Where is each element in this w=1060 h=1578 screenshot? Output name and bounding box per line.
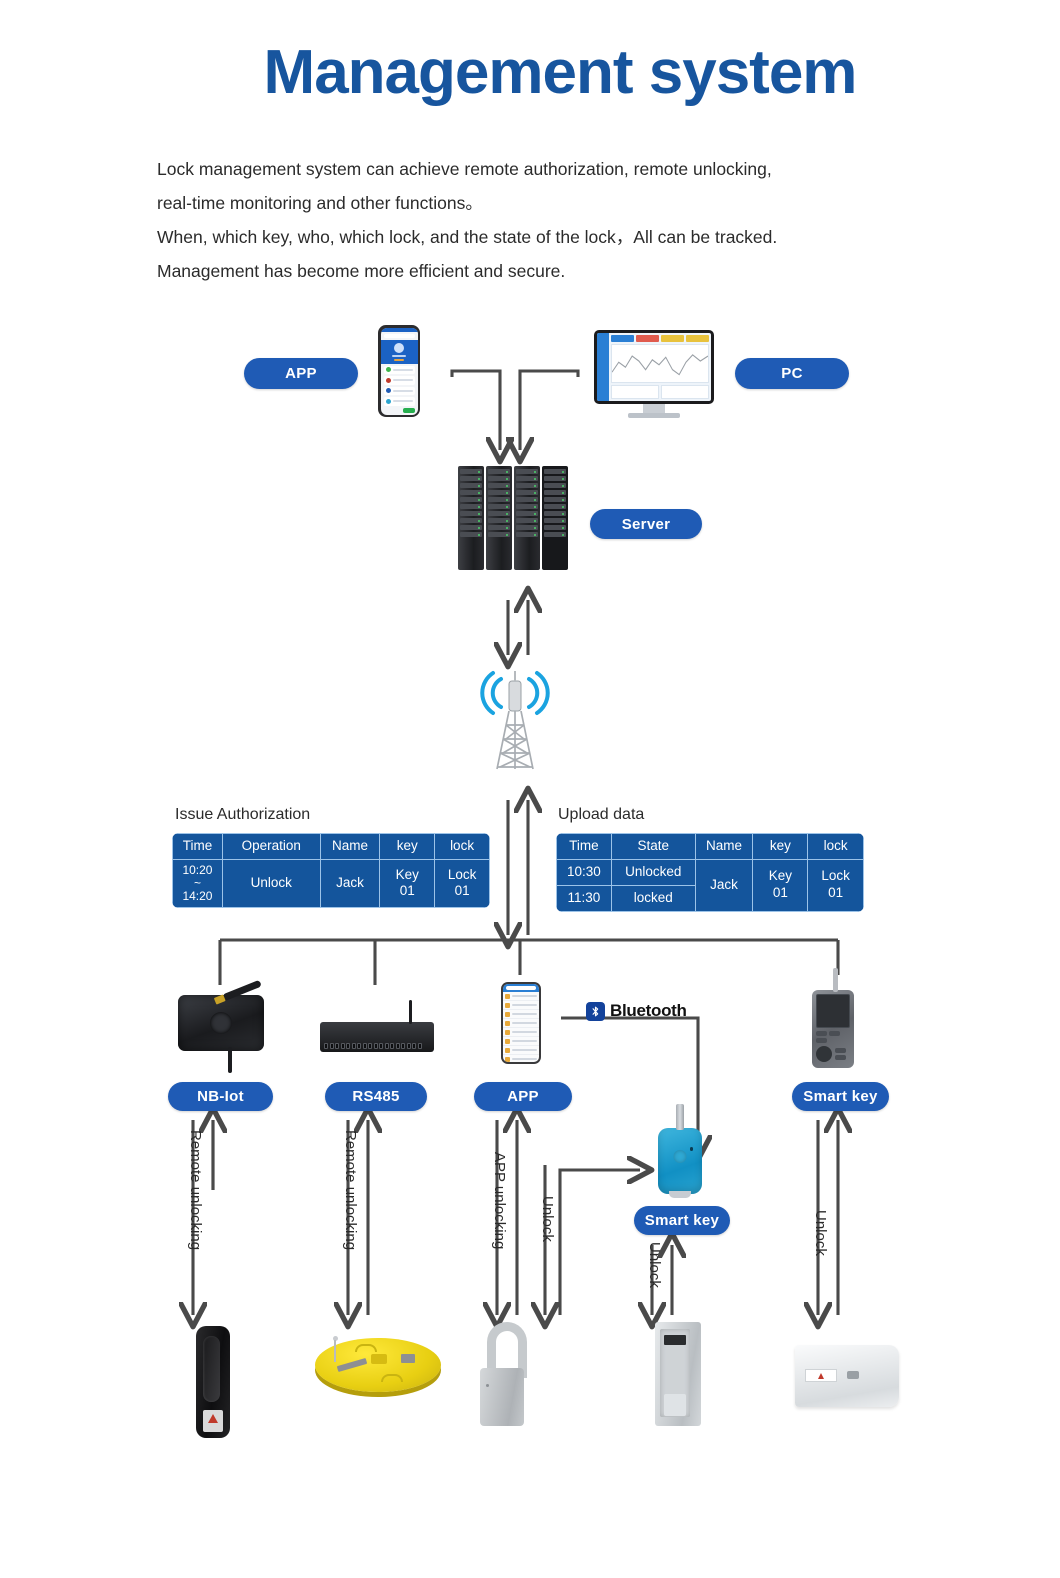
badge-rs485[interactable]: RS485 (325, 1082, 427, 1111)
label-unlock-app-to-fob: Unlock (539, 1196, 556, 1242)
cell-time: 10:20 ~ 14:20 (172, 858, 223, 908)
label-unlock-handheld: Unlock (812, 1210, 829, 1256)
cell-name: Jack (319, 858, 381, 908)
th-key: key (752, 833, 809, 860)
intro-line-4: Management has become more efficient and… (157, 261, 566, 281)
rs485-router-icon (320, 1000, 434, 1052)
th-name: Name (319, 833, 381, 860)
intro-line-3: When, which key, who, which lock, and th… (157, 227, 778, 247)
cell-time: 11:30 (556, 884, 612, 912)
bluetooth-label: Bluetooth (610, 1001, 687, 1020)
th-time: Time (556, 833, 612, 860)
cell-state: locked (610, 884, 696, 912)
table-header-row: Time State Name key lock (556, 833, 864, 860)
th-state: State (610, 833, 696, 860)
intro-line-2: real-time monitoring and other functions… (157, 193, 483, 213)
badge-pc[interactable]: PC (735, 358, 849, 389)
label-app-unlocking: APP unlocking (491, 1152, 508, 1250)
cell-lock: Lock 01 (434, 858, 490, 908)
upload-table-caption: Upload data (558, 806, 645, 823)
key-fob-icon (658, 1128, 702, 1198)
diagram-page: Management system Lock management system… (0, 0, 1060, 1578)
table-row: 10:30 Unlocked Jack Key 01 Lock 01 (556, 858, 864, 912)
label-remote-unlocking-1: Remote unlocking (187, 1130, 204, 1251)
cell-key: Key 01 (752, 858, 809, 912)
th-name: Name (694, 833, 754, 860)
upload-data-table: Time State Name key lock 10:30 Unlocked … (556, 833, 864, 912)
manhole-cover-lock-icon (315, 1330, 441, 1400)
handheld-reader-icon (812, 968, 854, 1068)
badge-app-channel[interactable]: APP (474, 1082, 572, 1111)
issue-authorization-table: Time Operation Name key lock 10:20 ~ 14:… (172, 833, 490, 908)
table-header-row: Time Operation Name key lock (172, 833, 490, 860)
th-key: key (379, 833, 436, 860)
mobile-app-icon (501, 982, 541, 1064)
server-rack-icon (458, 458, 570, 570)
th-operation: Operation (221, 833, 321, 860)
cell-state: Unlocked (610, 858, 696, 886)
table-row: 10:20 ~ 14:20 Unlock Jack Key 01 Lock 01 (172, 858, 490, 908)
th-lock: lock (434, 833, 490, 860)
cabinet-lock-icon (655, 1322, 701, 1426)
cell-name: Jack (694, 858, 754, 912)
cell-lock: Lock 01 (807, 858, 864, 912)
swing-handle-lock-icon (196, 1326, 230, 1438)
cell-key: Key 01 (379, 858, 436, 908)
badge-app-top[interactable]: APP (244, 358, 358, 389)
badge-smart-key-handheld[interactable]: Smart key (792, 1082, 889, 1111)
th-lock: lock (807, 833, 864, 860)
nb-iot-gateway-icon (178, 979, 264, 1073)
intro-line-1: Lock management system can achieve remot… (157, 159, 772, 179)
page-title: Management system (263, 38, 858, 107)
badge-server[interactable]: Server (590, 509, 702, 539)
cell-tower-icon (473, 663, 557, 773)
issue-table-caption: Issue Authorization (175, 806, 311, 823)
intro-paragraphs: Lock management system can achieve remot… (157, 152, 967, 288)
box-lock-icon (795, 1345, 899, 1407)
label-remote-unlocking-2: Remote unlocking (342, 1130, 359, 1251)
mobile-phone-icon (378, 325, 420, 417)
bluetooth-label-group: Bluetooth (586, 1001, 687, 1021)
cell-operation: Unlock (221, 858, 321, 908)
bluetooth-icon (586, 1001, 605, 1021)
cell-time: 10:30 (556, 858, 612, 886)
badge-nb-iot[interactable]: NB-Iot (168, 1082, 273, 1111)
th-time: Time (172, 833, 223, 860)
badge-smart-key-fob[interactable]: Smart key (634, 1206, 730, 1235)
desktop-monitor-icon (594, 330, 714, 418)
padlock-icon (478, 1322, 530, 1426)
label-unlock-fob-to-lock: Unlock (646, 1242, 663, 1288)
